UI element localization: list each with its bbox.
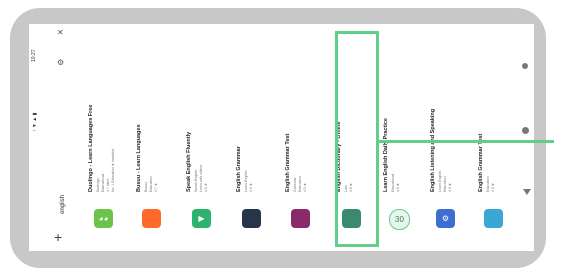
result-detail: No. 1 Education ★ Installed [111,148,115,192]
highlight-pointer [379,140,554,143]
recents-icon[interactable] [522,63,528,69]
app-icon[interactable] [242,209,261,228]
result-title: Speak English Fluently [186,131,192,192]
result-title: Duolingo - Learn Languages Free [88,104,94,192]
search-input[interactable]: english [60,195,66,214]
result-item[interactable]: English Grammar Learn English 4.6 ★ [234,32,272,247]
result-item[interactable]: English Grammar Test Grammar Education 4.5 … [283,32,321,247]
result-title: Learn English Daily Practice [383,118,389,192]
gear-icon[interactable]: ⚙ [57,58,64,67]
back-icon[interactable] [523,189,531,195]
result-item[interactable]: Busuu - Learn Languages Busuu Education 4.7… [134,32,172,247]
result-item[interactable]: ◕◕ Duolingo - Learn Languages Free Duoling… [86,32,124,247]
add-icon[interactable]: + [54,229,62,245]
result-detail: 4.5 ★ [491,183,495,192]
app-icon[interactable] [291,209,310,228]
result-title: English Listening and Speaking [430,108,436,192]
result-detail: 4.6 ★ [249,183,253,192]
result-title: English Grammar [236,146,242,192]
app-icon[interactable]: ▶ [192,209,211,228]
close-icon[interactable]: ✕ [57,28,64,37]
status-icons: ↑ ▼ ▲ ▮ [32,112,38,132]
phone-screen: 10:27 ↑ ▼ ▲ ▮ + english ✕ ⚙ ◕◕ Duolingo -… [29,24,534,251]
result-detail: 4.6 ★ [396,183,400,192]
result-detail: 4.7 ★ [154,183,158,192]
home-icon[interactable] [522,127,529,134]
app-icon[interactable]: ◕◕ [94,209,113,228]
result-detail: 4.6 ★ [204,183,208,192]
app-icon[interactable]: 30 [389,209,410,230]
highlight-box [335,31,379,247]
result-title: Busuu - Learn Languages [136,124,142,192]
status-time: 10:27 [31,49,37,62]
result-detail: 4.6 ★ [448,183,452,192]
app-icon[interactable]: ⚙ [436,209,455,228]
app-icon[interactable] [142,209,161,228]
result-detail: 4.5 ★ [303,183,307,192]
result-item[interactable]: ▶ Speak English Fluently Speak English Lear… [184,32,222,247]
app-icon[interactable] [484,209,503,228]
result-title: English Grammar Test [285,133,291,192]
